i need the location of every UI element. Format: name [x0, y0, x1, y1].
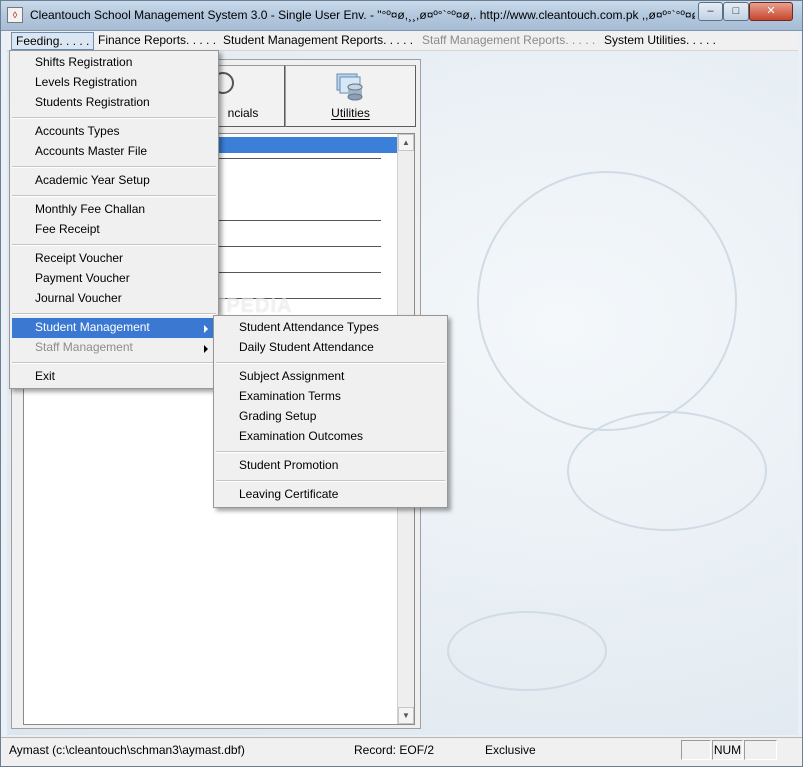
menu-student-management-reports[interactable]: Student Management Reports. . . . .	[219, 32, 417, 50]
menu-item-academic-year-setup[interactable]: Academic Year Setup	[12, 171, 216, 191]
menu-separator	[12, 362, 216, 364]
menu-item-staff-management[interactable]: Staff Management	[12, 338, 216, 358]
menu-item-subject-assignment[interactable]: Subject Assignment	[216, 367, 445, 387]
status-panel-scroll	[744, 740, 777, 760]
feeding-menu: Shifts Registration Levels Registration …	[9, 50, 219, 389]
menu-item-grading-setup[interactable]: Grading Setup	[216, 407, 445, 427]
menu-finance-reports[interactable]: Finance Reports. . . . .	[94, 32, 220, 50]
app-icon[interactable]: ◊	[7, 7, 23, 23]
menu-item-staff-management-label: Staff Management	[35, 340, 133, 354]
background-decoration	[447, 611, 607, 691]
menu-staff-management-reports[interactable]: Staff Management Reports. . . . .	[418, 32, 599, 50]
menu-item-student-management-label: Student Management	[35, 320, 150, 334]
menu-item-student-promotion[interactable]: Student Promotion	[216, 456, 445, 476]
menu-item-examination-outcomes[interactable]: Examination Outcomes	[216, 427, 445, 447]
menu-item-fee-receipt[interactable]: Fee Receipt	[12, 220, 216, 240]
menu-item-shifts-registration[interactable]: Shifts Registration	[12, 53, 216, 73]
database-icon	[336, 73, 363, 101]
menu-system-utilities[interactable]: System Utilities. . . . .	[600, 32, 720, 50]
maximize-button[interactable]: □	[723, 2, 749, 21]
app-window: ◊ Cleantouch School Management System 3.…	[0, 0, 803, 767]
menu-item-journal-voucher[interactable]: Journal Voucher	[12, 289, 216, 309]
menu-item-receipt-voucher[interactable]: Receipt Voucher	[12, 249, 216, 269]
close-button[interactable]: ✕	[749, 2, 793, 21]
background-decoration	[477, 171, 737, 431]
menu-item-accounts-master-file[interactable]: Accounts Master File	[12, 142, 216, 162]
student-management-submenu: Student Attendance Types Daily Student A…	[213, 315, 448, 508]
status-record: Record: EOF/2	[354, 743, 435, 757]
submenu-arrow-icon	[204, 325, 208, 333]
menu-separator	[12, 313, 216, 315]
menu-separator	[12, 244, 216, 246]
submenu-arrow-icon	[204, 345, 208, 353]
menu-separator	[12, 166, 216, 168]
menu-separator	[12, 117, 216, 119]
menu-feeding[interactable]: Feeding. . . . .	[11, 32, 95, 50]
menu-separator	[12, 195, 216, 197]
status-bar: Aymast (c:\cleantouch\schman3\aymast.dbf…	[1, 737, 802, 766]
status-mode: Exclusive	[485, 743, 536, 757]
minimize-button[interactable]: –	[698, 2, 723, 21]
menu-item-levels-registration[interactable]: Levels Registration	[12, 73, 216, 93]
menu-item-monthly-fee-challan[interactable]: Monthly Fee Challan	[12, 200, 216, 220]
status-file-path: Aymast (c:\cleantouch\schman3\aymast.dbf…	[9, 743, 245, 757]
menu-item-leaving-certificate[interactable]: Leaving Certificate	[216, 485, 445, 505]
tab-utilities[interactable]: Utilities	[285, 65, 416, 127]
menu-item-exit[interactable]: Exit	[12, 367, 216, 387]
scroll-down-button[interactable]: ▼	[398, 707, 414, 724]
menu-item-daily-student-attendance[interactable]: Daily Student Attendance	[216, 338, 445, 358]
scroll-up-button[interactable]: ▲	[398, 134, 414, 151]
background-decoration	[567, 411, 767, 531]
tab-utilities-label: Utilities	[331, 106, 370, 120]
menu-item-student-attendance-types[interactable]: Student Attendance Types	[216, 318, 445, 338]
menu-separator	[216, 362, 445, 364]
menu-item-payment-voucher[interactable]: Payment Voucher	[12, 269, 216, 289]
title-bar[interactable]: ◊ Cleantouch School Management System 3.…	[1, 1, 802, 31]
window-title: Cleantouch School Management System 3.0 …	[30, 8, 695, 22]
menu-separator	[216, 480, 445, 482]
status-panel-caps	[681, 740, 711, 760]
menu-bar: Feeding. . . . . Finance Reports. . . . …	[7, 31, 798, 51]
menu-separator	[216, 451, 445, 453]
menu-item-examination-terms[interactable]: Examination Terms	[216, 387, 445, 407]
menu-item-accounts-types[interactable]: Accounts Types	[12, 122, 216, 142]
status-num-indicator: NUM	[712, 740, 743, 760]
menu-item-student-management[interactable]: Student Management	[12, 318, 216, 338]
menu-item-students-registration[interactable]: Students Registration	[12, 93, 216, 113]
